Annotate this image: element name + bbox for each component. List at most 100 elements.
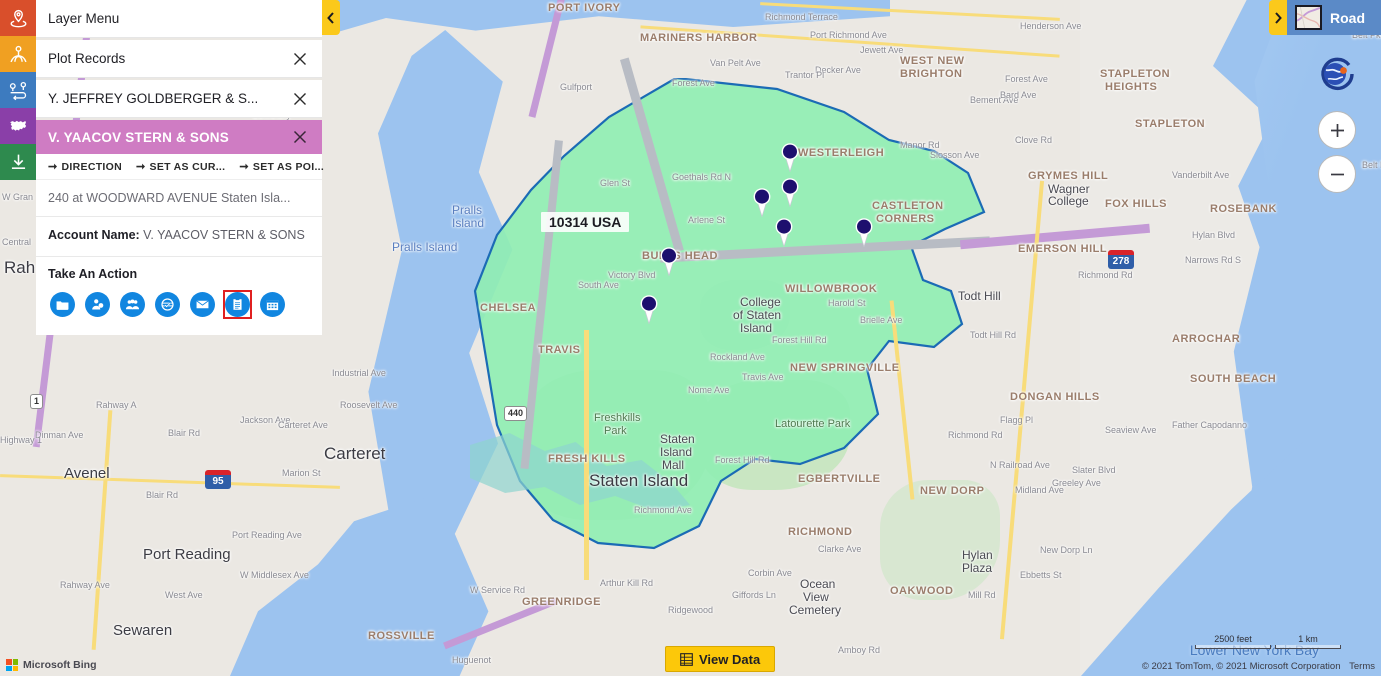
add-person-button[interactable] [85,291,110,317]
highway-shield: 278 [1108,250,1134,269]
map-label: Seaview Ave [1105,425,1157,435]
clipboard-button[interactable] [225,291,250,317]
map-pin[interactable] [779,177,801,207]
bing-squares-icon [6,659,18,671]
road-thumb-icon [1297,7,1320,28]
scale-feet-bar [1195,645,1271,649]
rail-button-export[interactable] [0,144,36,180]
zoom-out-button[interactable] [1318,155,1356,193]
map-pin[interactable] [658,246,680,276]
map-label: ARROCHAR [1172,333,1241,345]
map-pin[interactable] [773,217,795,247]
map-style-selector: Road [1269,0,1381,35]
zip-code-label: 10314 USA [541,212,630,232]
action-icon-wrap-calendar [258,290,287,319]
action-icon-wrap-clipboard [223,289,252,319]
record-title-goldberger: Y. JEFFREY GOLDBERGER & S... [48,91,259,106]
check-globe-icon [161,298,174,311]
bing-logo[interactable]: Microsoft Bing [6,659,97,671]
map-style-thumbnail-icon [1295,5,1322,30]
road-richmond-ave [584,330,589,580]
action-icon-wrap-envelope [188,290,217,319]
map-label: FOX HILLS [1105,198,1167,210]
minus-icon [1330,173,1344,175]
folder-icon [56,300,69,310]
zoom-in-button[interactable] [1318,111,1356,149]
record-title-stern: V. YAACOV STERN & SONS [48,129,229,145]
record-header-stern[interactable]: V. YAACOV STERN & SONS [36,120,322,154]
action-set-as-point[interactable]: ➞ SET AS POI... [239,160,325,174]
view-data-button[interactable]: View Data [665,646,776,672]
map-pin[interactable] [751,187,773,217]
map-attribution: © 2021 TomTom, © 2021 Microsoft Corporat… [1142,661,1375,672]
arrow-right-icon-current: ➞ [135,161,146,173]
map-scale-bar: 2500 feet 1 km [1195,634,1341,649]
action-direction[interactable]: ➞ DIRECTION [48,160,122,174]
style-expand-tab[interactable] [1269,0,1287,35]
rail-button-territory[interactable] [0,36,36,72]
rail-button-locate[interactable] [0,0,36,36]
close-icon-plot-records[interactable] [290,49,310,69]
close-icon-goldberger[interactable] [290,89,310,109]
action-set-as-current[interactable]: ➞ SET AS CUR... [135,160,226,174]
layer-panel: Layer Menu Plot Records Y. JEFFREY GOLDB… [36,0,325,335]
reset-view-button[interactable] [1316,55,1356,93]
action-set-as-point-label: SET AS POI... [252,160,325,173]
scale-km: 1 km [1275,634,1341,649]
group-people-button[interactable] [120,291,145,317]
map-pin[interactable] [779,142,801,172]
scale-km-label: 1 km [1298,634,1318,644]
scale-feet-label: 2500 feet [1214,634,1252,644]
arrow-right-icon-direction: ➞ [48,161,58,173]
folder-button[interactable] [50,291,75,317]
account-name-label: Account Name: [48,228,140,242]
bing-logo-label: Microsoft Bing [23,659,97,671]
park-greenbelt [880,480,1000,600]
take-an-action-section: Take An Action [36,256,322,335]
rail-button-routes[interactable] [0,72,36,108]
account-name-value: V. YAACOV STERN & SONS [143,228,305,242]
scale-feet: 2500 feet [1195,634,1271,649]
map-label: STAPLETON [1100,68,1171,80]
clipboard-icon [233,298,242,310]
scale-km-bar [1275,645,1341,649]
map-label: HEIGHTS [1105,81,1158,93]
map-label: Hylan Blvd [1192,230,1236,240]
globe-reset-icon [1321,57,1354,91]
map-style-name: Road [1330,9,1365,26]
territory-person-icon [9,45,27,62]
action-icon-wrap-check-globe [153,290,182,319]
plot-records-row[interactable]: Plot Records [36,40,322,78]
rail-button-map-layers[interactable] [0,108,36,144]
record-row-goldberger[interactable]: Y. JEFFREY GOLDBERGER & S... [36,80,322,118]
record-account: Account Name: V. YAACOV STERN & SONS [36,217,322,257]
table-icon [680,652,693,666]
panel-collapse-tab[interactable] [322,0,340,35]
action-direction-label: DIRECTION [61,160,122,173]
chevron-left-icon [327,11,334,24]
action-icon-wrap-folder [48,290,77,319]
map-label: Richmond Rd [1078,270,1133,280]
arrow-right-icon-point: ➞ [239,161,249,173]
calendar-icon [266,300,279,310]
envelope-icon [196,300,209,309]
map-pin[interactable] [638,294,660,324]
map-style-road-button[interactable]: Road [1287,0,1381,35]
calendar-button[interactable] [260,291,285,317]
envelope-button[interactable] [190,291,215,317]
layer-menu-title: Layer Menu [48,11,120,26]
close-icon-stern[interactable] [290,127,310,147]
terms-link[interactable]: Terms [1349,661,1375,672]
add-person-icon [92,299,104,310]
check-globe-button[interactable] [155,291,180,317]
map-label: Father Capodanno [1172,420,1248,430]
download-icon [11,154,25,169]
highway-shield: 95 [205,470,231,489]
action-icon-wrap-add-person [83,290,112,319]
layer-menu-row[interactable]: Layer Menu [36,0,322,38]
map-application: 10314 USA PORT IVORY MARINERS HARBOR Richm… [0,0,1381,676]
map-label: Vanderbilt Ave [1172,170,1230,180]
action-set-as-current-label: SET AS CUR... [149,160,226,173]
map-pin[interactable] [853,217,875,247]
plot-records-title: Plot Records [48,51,126,66]
